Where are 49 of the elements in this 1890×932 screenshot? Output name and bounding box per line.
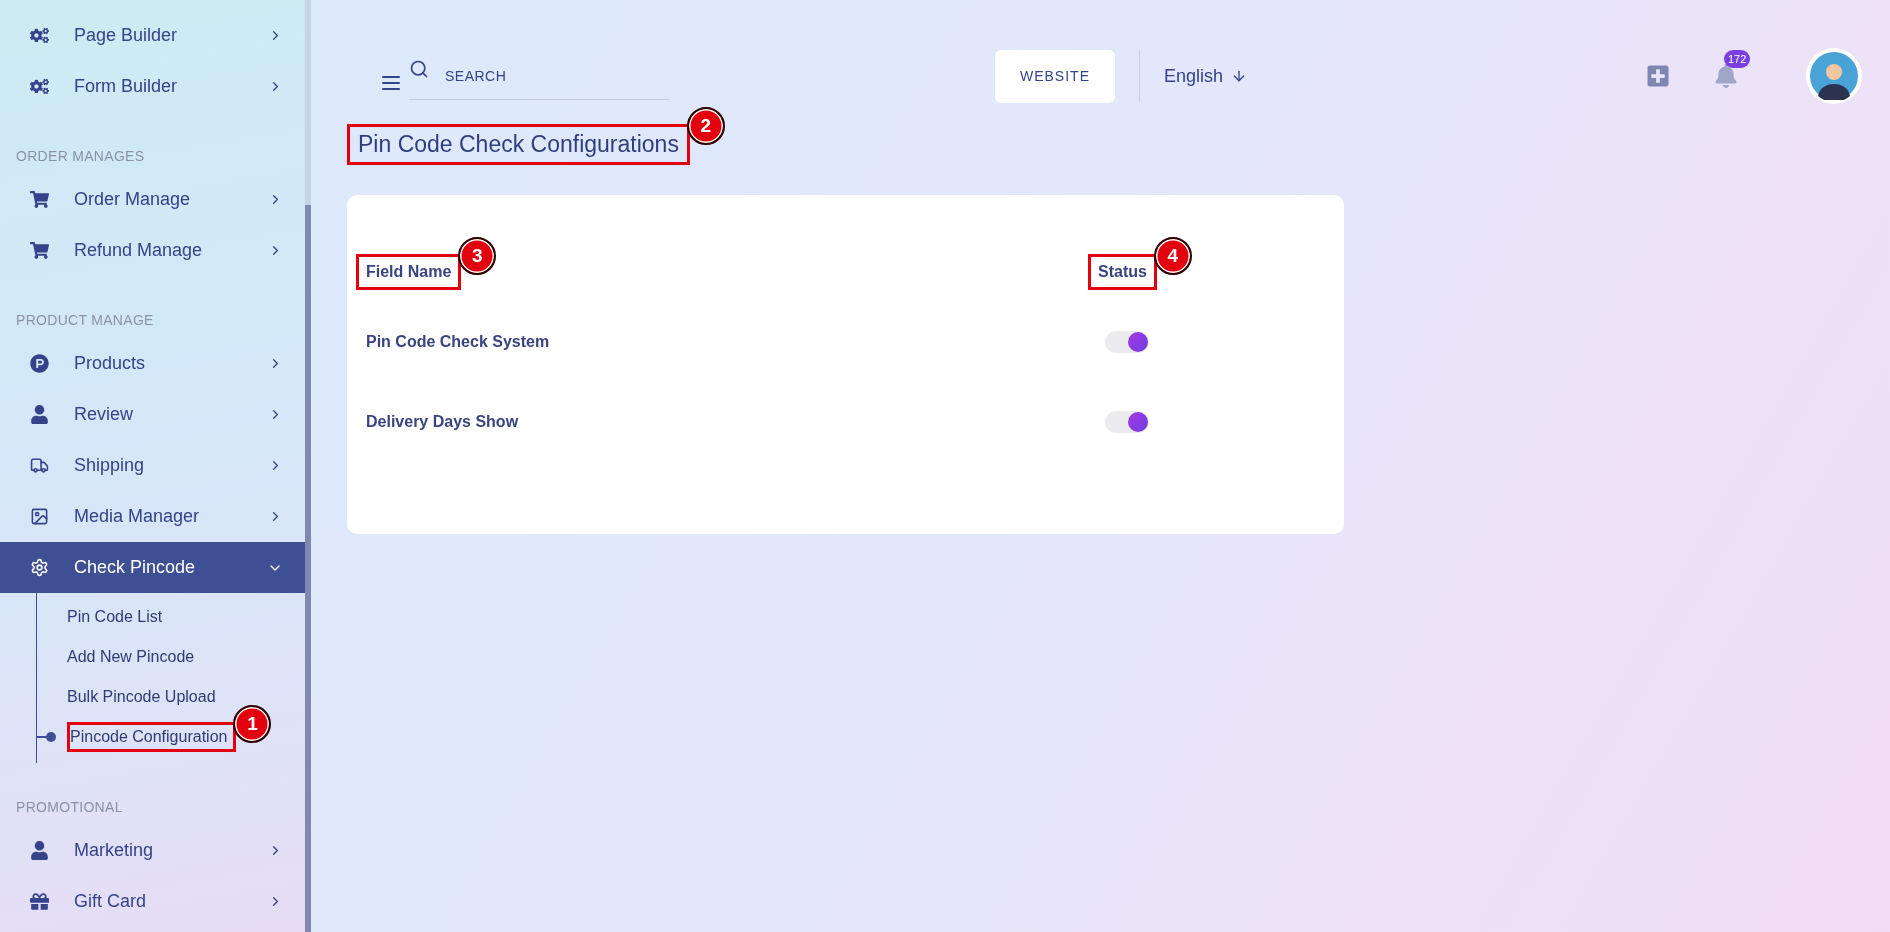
nav-item[interactable]: Media Manager (0, 491, 305, 542)
notification-badge: 172 (1724, 50, 1751, 68)
field-name: Delivery Days Show (366, 413, 520, 431)
callout-badge: 3 (458, 237, 497, 275)
submenu-link[interactable]: Pincode Configuration (70, 728, 228, 746)
gear-icon (30, 558, 49, 577)
submenu-link[interactable]: Pin Code List (67, 608, 163, 626)
user-icon (30, 405, 49, 424)
field-name: Pin Code Check System (366, 333, 551, 351)
add-icon[interactable] (1646, 64, 1670, 88)
section-heading: ORDER MANAGES (15, 147, 146, 166)
nav-item[interactable]: Page Builder (0, 10, 305, 61)
nav-item[interactable]: Shipping (0, 440, 305, 491)
column-header: Field Name (366, 263, 452, 281)
website-button[interactable]: WEBSITE (995, 49, 1115, 103)
nav-item[interactable]: Check Pincode (0, 542, 305, 593)
nav-item[interactable]: Refund Manage (0, 225, 305, 276)
gears-icon (30, 26, 49, 45)
cart-icon (30, 241, 49, 260)
truck-icon (30, 456, 49, 475)
callout-badge: 4 (1153, 237, 1192, 275)
gears-icon (30, 77, 49, 96)
section-heading: PROMOTIONAL (15, 798, 124, 817)
page-title: Pin Code Check Configurations (358, 131, 679, 158)
callout-badge: 1 (233, 705, 272, 743)
nav-item[interactable]: Products (0, 338, 305, 389)
nav-item[interactable]: Review (0, 389, 305, 440)
nav-item[interactable]: Order Manage (0, 174, 305, 225)
avatar[interactable] (1806, 48, 1862, 104)
search-icon (409, 58, 429, 79)
section-heading: PRODUCT MANAGE (15, 311, 155, 330)
cart-icon (30, 190, 49, 209)
gift-icon (30, 892, 49, 911)
column-header: Status (1098, 263, 1147, 281)
submenu-link[interactable]: Bulk Pincode Upload (67, 688, 216, 706)
toggle-switch[interactable] (1105, 411, 1149, 433)
search-field[interactable]: SEARCH (443, 66, 647, 85)
language-selector[interactable]: English (1164, 65, 1248, 87)
callout-badge: 2 (686, 107, 725, 145)
image-icon (30, 507, 49, 526)
scrollbar[interactable] (305, 0, 311, 932)
nav-item[interactable]: Gift Card (0, 876, 305, 927)
user-avatar-icon (1810, 52, 1858, 100)
submenu-link[interactable]: Add New Pincode (67, 648, 195, 666)
bell-icon[interactable] (1714, 64, 1738, 88)
user-icon (30, 841, 49, 860)
nav-item[interactable]: Marketing (0, 825, 305, 876)
nav-item[interactable]: Form Builder (0, 61, 305, 112)
toggle-switch[interactable] (1105, 331, 1149, 353)
